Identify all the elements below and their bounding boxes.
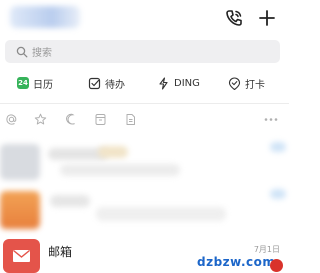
- todo-check-icon: [88, 77, 101, 89]
- more-icon[interactable]: [263, 113, 279, 126]
- mail-date: 7月1日: [253, 245, 280, 254]
- archive-icon[interactable]: [94, 113, 107, 126]
- lightning-icon: [159, 76, 168, 90]
- list-item[interactable]: [0, 138, 289, 184]
- quick-ding-label: DING: [174, 77, 200, 89]
- star-icon[interactable]: [34, 113, 47, 126]
- filter-bar: [0, 111, 289, 129]
- watermark-logo-icon: [270, 259, 283, 272]
- list-item[interactable]: [0, 185, 289, 235]
- blurred-text: [98, 146, 128, 158]
- watermark: dzbzw.com: [197, 255, 276, 269]
- document-icon[interactable]: [124, 113, 137, 126]
- quick-actions: 24 日历 待办 DING 打卡: [0, 72, 289, 94]
- blurred-text: [50, 195, 90, 207]
- avatar: [0, 191, 40, 229]
- search-icon: [16, 46, 28, 57]
- search-placeholder: 搜索: [32, 48, 52, 59]
- moon-icon[interactable]: [64, 113, 77, 126]
- blurred-badge: [270, 189, 286, 199]
- blurred-badge: [270, 142, 286, 152]
- top-bar: [0, 0, 289, 38]
- divider: [0, 103, 289, 104]
- quick-checkin-label: 打卡: [245, 79, 265, 91]
- checkin-icon: [228, 76, 241, 90]
- quick-calendar[interactable]: 24 日历: [17, 72, 53, 94]
- quick-calendar-label: 日历: [33, 79, 53, 91]
- mail-icon: [13, 249, 30, 262]
- add-icon[interactable]: [257, 8, 277, 28]
- quick-checkin[interactable]: 打卡: [228, 72, 265, 94]
- quick-ding[interactable]: DING: [157, 72, 200, 94]
- blurred-title: [10, 6, 80, 28]
- phone-call-icon[interactable]: [224, 8, 244, 28]
- blurred-text: [60, 164, 180, 176]
- mail-title: 邮箱: [48, 245, 73, 259]
- search-bar[interactable]: 搜索: [5, 40, 280, 63]
- quick-todo-label: 待办: [105, 79, 125, 91]
- blurred-text: [96, 207, 226, 221]
- avatar: [0, 144, 40, 180]
- at-mention-icon[interactable]: [5, 113, 18, 126]
- calendar-icon: 24: [17, 77, 29, 89]
- quick-todo[interactable]: 待办: [88, 72, 125, 94]
- mail-avatar: [3, 239, 40, 273]
